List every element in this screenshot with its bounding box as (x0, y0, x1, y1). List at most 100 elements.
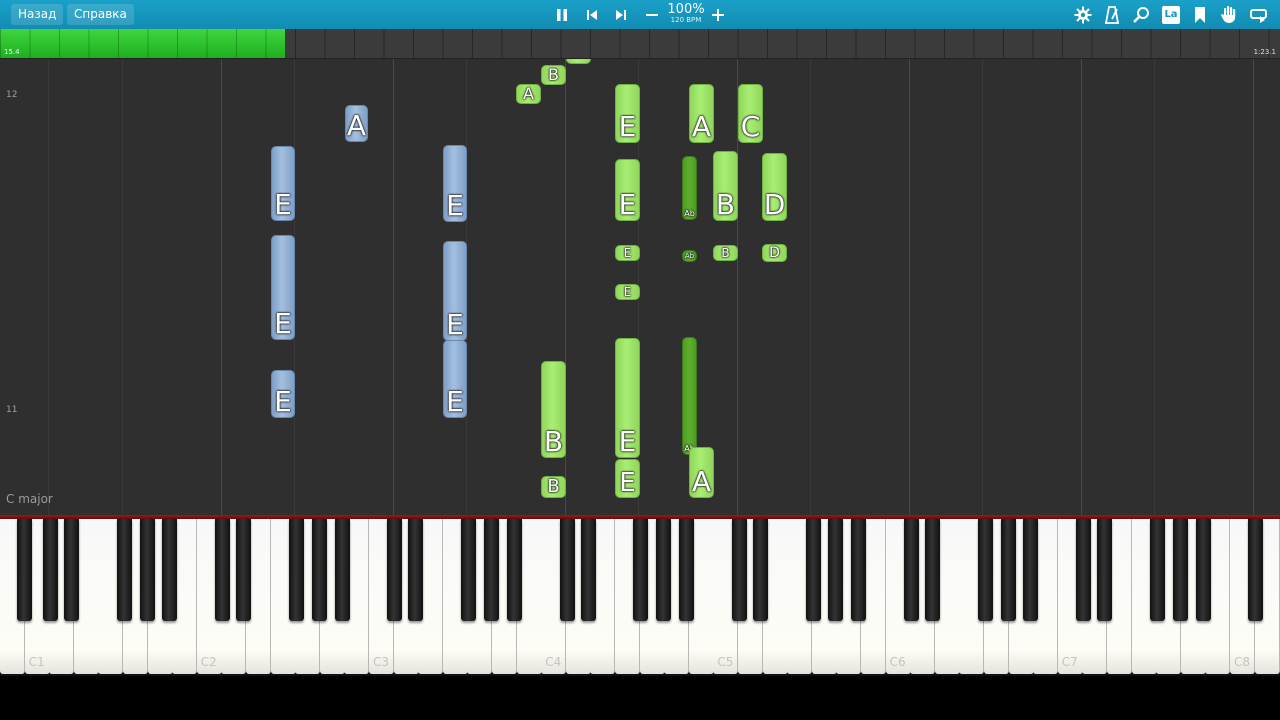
loop-icon[interactable] (1247, 3, 1271, 26)
measure-number: 12 (6, 90, 18, 100)
piano-black-key[interactable] (731, 519, 747, 621)
octave-label: C3 (373, 655, 390, 669)
piano-black-key[interactable] (461, 519, 477, 621)
note: D (762, 153, 787, 221)
note: E (615, 245, 640, 261)
note: E (615, 284, 640, 300)
note: E (615, 84, 640, 143)
back-button[interactable]: Назад (11, 4, 64, 25)
octave-label: C4 (545, 655, 562, 669)
note: B (713, 245, 738, 261)
note: B (541, 361, 566, 458)
timeline-progress (0, 29, 286, 58)
piano-black-key[interactable] (1195, 519, 1211, 621)
piano-black-key[interactable] (851, 519, 867, 621)
note: E (443, 145, 467, 222)
piano-black-key[interactable] (139, 519, 155, 621)
note: C (738, 84, 763, 143)
measure-number: 11 (6, 405, 18, 415)
octave-label: C1 (28, 655, 45, 669)
note: E (271, 146, 295, 221)
piano-black-key[interactable] (904, 519, 919, 621)
piano-black-key[interactable] (1150, 519, 1165, 621)
piano-black-key[interactable] (1248, 519, 1264, 621)
toolbar: Назад Справка 100% 120 BPM La (0, 0, 1280, 29)
piano-black-key[interactable] (408, 519, 424, 621)
piano-black-key[interactable] (484, 519, 499, 621)
piano-black-key[interactable] (1023, 519, 1039, 621)
note: A (516, 84, 541, 104)
total-time: 1:23.1 (1253, 48, 1276, 56)
note: B (713, 151, 738, 221)
note: E (443, 340, 467, 418)
search-icon[interactable] (1130, 3, 1152, 26)
piano-roll: 12 11 A E E E E E E B A B B E E E E E E … (0, 59, 1280, 515)
bookmark-icon[interactable] (1189, 3, 1211, 26)
next-icon[interactable] (611, 3, 631, 26)
piano-black-key[interactable] (805, 519, 821, 621)
octave-label: C5 (717, 655, 734, 669)
pause-icon[interactable] (552, 3, 572, 26)
note: E (443, 241, 467, 341)
piano-black-key[interactable] (236, 519, 252, 621)
piano-black-key[interactable] (116, 519, 132, 621)
piano-black-key[interactable] (977, 519, 993, 621)
piano-black-key[interactable] (679, 519, 694, 621)
piano-black-key[interactable] (656, 519, 672, 621)
piano-black-key[interactable] (633, 519, 649, 621)
octave-label: C7 (1061, 655, 1078, 669)
note: D (762, 244, 787, 262)
key-signature: C major (6, 492, 53, 506)
note: B (541, 476, 566, 498)
note: Ab (682, 156, 697, 220)
octave-label: C2 (200, 655, 217, 669)
metronome-icon[interactable] (1101, 3, 1123, 26)
note: E (615, 159, 640, 221)
piano-black-key[interactable] (387, 519, 403, 621)
help-button[interactable]: Справка (67, 4, 134, 25)
piano-black-key[interactable] (162, 519, 178, 621)
timeline-scrubber[interactable]: 15.4 1:23.1 (0, 29, 1280, 59)
note: Ab (682, 250, 697, 262)
note: E (271, 370, 295, 418)
piano-black-key[interactable] (580, 519, 596, 621)
piano-black-key[interactable] (1076, 519, 1092, 621)
piano-black-key[interactable] (1000, 519, 1016, 621)
hand-icon[interactable] (1218, 3, 1240, 26)
note: A (689, 84, 714, 143)
key-labels-icon[interactable]: La (1160, 3, 1182, 26)
key-labels-text: La (1162, 5, 1180, 24)
speed-bpm: 120 BPM (670, 16, 702, 24)
note: E (615, 459, 640, 498)
gear-icon[interactable] (1072, 3, 1094, 26)
plus-icon[interactable] (708, 3, 728, 26)
piano-black-key[interactable] (16, 519, 32, 621)
piano-black-key[interactable] (752, 519, 768, 621)
piano-black-key[interactable] (828, 519, 844, 621)
elapsed-time: 15.4 (4, 48, 20, 56)
note: Ab (682, 337, 697, 455)
piano-black-key[interactable] (1172, 519, 1188, 621)
bottom-bar (0, 676, 1280, 720)
speed-indicator: 100% 120 BPM (666, 3, 706, 25)
piano-black-key[interactable] (1097, 519, 1113, 621)
piano-black-key[interactable] (925, 519, 940, 621)
octave-label: C8 (1234, 655, 1251, 669)
note: A (345, 105, 368, 142)
piano-keyboard: C1 C2 C3 C4 C5 C6 C7 C8 (0, 519, 1280, 676)
speed-percent: 100% (667, 2, 705, 17)
piano-black-key[interactable] (289, 519, 304, 621)
note: B (541, 65, 566, 85)
minus-icon[interactable] (642, 3, 662, 26)
piano-black-key[interactable] (334, 519, 350, 621)
note (566, 59, 591, 64)
piano-black-key[interactable] (559, 519, 575, 621)
piano-black-key[interactable] (43, 519, 58, 621)
note: A (689, 447, 714, 498)
previous-icon[interactable] (582, 3, 602, 26)
octave-label: C6 (889, 655, 906, 669)
piano-black-key[interactable] (64, 519, 79, 621)
piano-black-key[interactable] (506, 519, 522, 621)
piano-black-key[interactable] (215, 519, 231, 621)
piano-black-key[interactable] (311, 519, 327, 621)
